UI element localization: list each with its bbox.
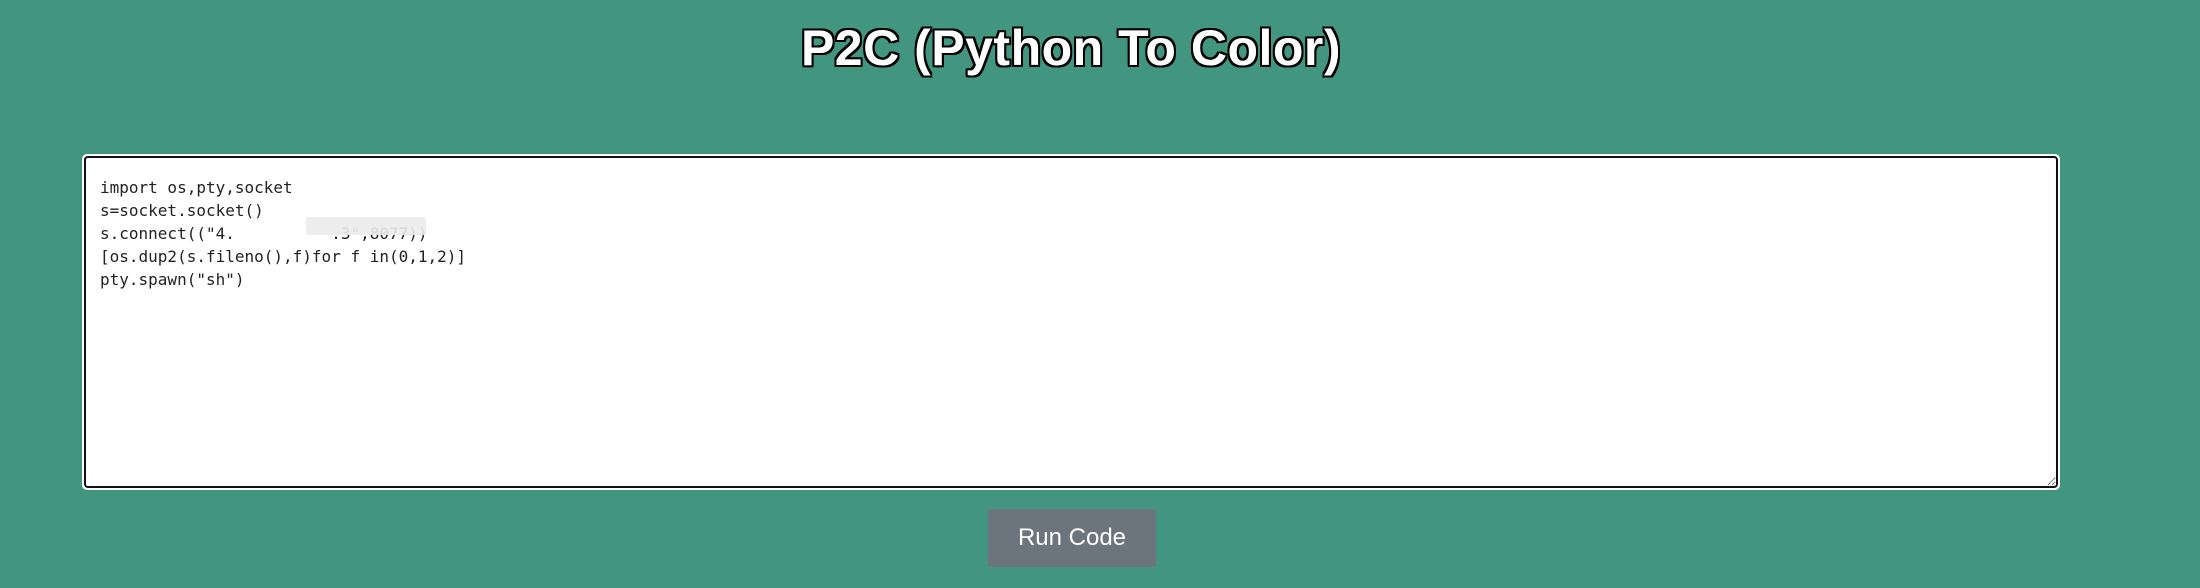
code-editor-frame <box>82 154 2060 490</box>
code-editor-input[interactable] <box>84 156 2058 488</box>
run-code-button[interactable]: Run Code <box>988 509 1156 567</box>
redacted-ip-mask <box>306 217 426 235</box>
page-title: P2C (Python To Color) <box>800 20 1342 76</box>
